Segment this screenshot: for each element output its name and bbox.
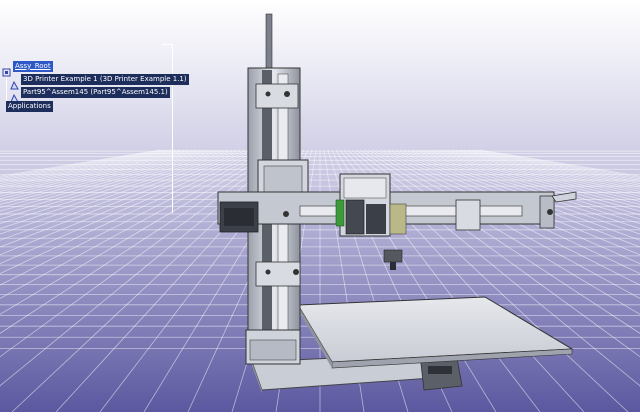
tree-node-applications[interactable]: Applications (6, 100, 53, 112)
tree-node-root[interactable]: Assy_Root (2, 60, 53, 76)
print-bed (297, 296, 574, 369)
assembly-icon (2, 62, 11, 76)
part-icon (10, 88, 19, 102)
product-icon (10, 75, 19, 89)
tree-root-label: Assy_Root (13, 60, 53, 72)
grid-line (435, 149, 640, 197)
z-axis-column (245, 13, 309, 365)
tree-applications-label: Applications (6, 100, 53, 112)
specification-tree: Assy_Root 3D Printer Example 1 (3D Print… (0, 42, 189, 213)
tree-node-printer[interactable]: 3D Printer Example 1 (3D Printer Example… (10, 73, 189, 89)
grid-line (471, 149, 640, 180)
tree-child-label: 3D Printer Example 1 (3D Printer Example… (21, 73, 189, 85)
tree-node-part[interactable]: Part95^Assem145 (Part95^Assem145.1) (10, 86, 170, 102)
grid-line (467, 149, 640, 181)
tree-bracket (162, 44, 173, 213)
tree-child-label: Part95^Assem145 (Part95^Assem145.1) (21, 86, 170, 98)
